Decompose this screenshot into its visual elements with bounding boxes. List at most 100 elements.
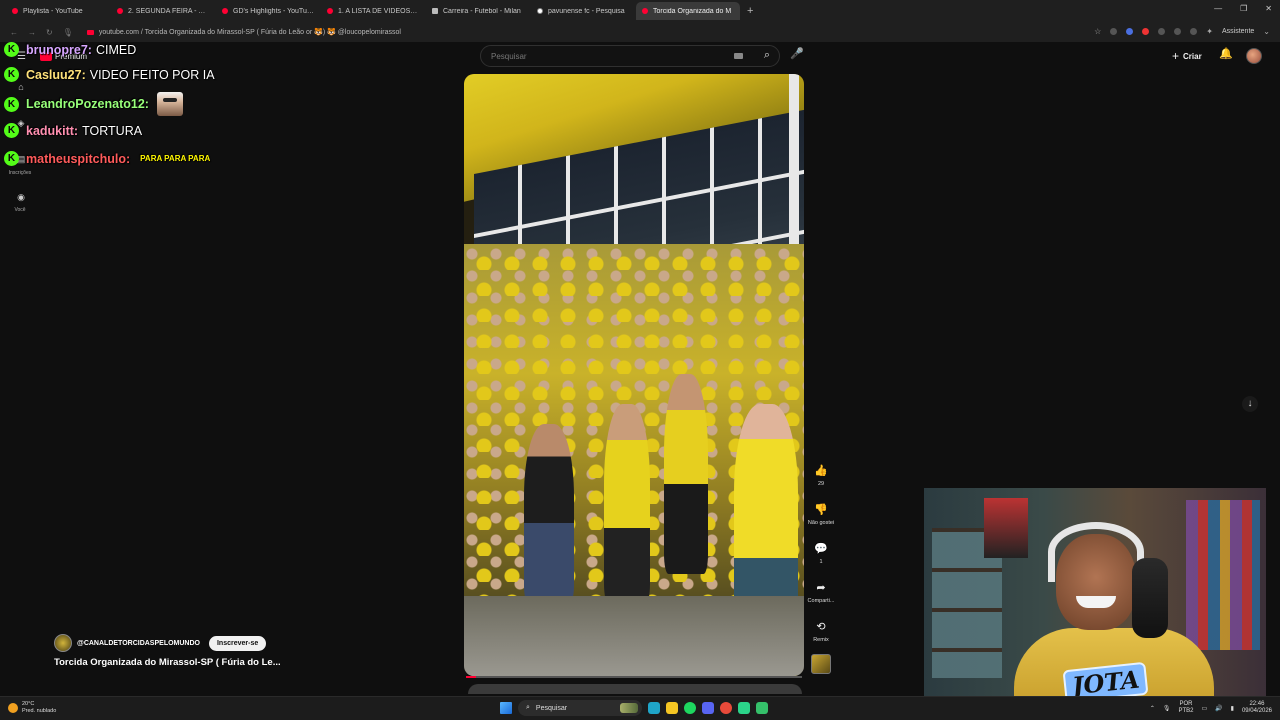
- new-tab-icon[interactable]: +: [747, 5, 753, 17]
- star-icon[interactable]: ☆: [1094, 27, 1101, 36]
- keyboard-icon[interactable]: [734, 53, 743, 59]
- remix-button[interactable]: ⟲ Remix: [811, 620, 831, 643]
- system-tray: ⌃ 🎙 POR PTB2 ▭ 🔊 ▮ 22:46 09/04/2026: [1150, 701, 1272, 715]
- extension-icon[interactable]: [1126, 28, 1134, 35]
- youtube-icon: [117, 8, 123, 14]
- chat-username: matheuspitchulo:: [26, 151, 131, 166]
- battery-icon[interactable]: ▮: [1231, 705, 1234, 712]
- microphone-icon[interactable]: 🎙: [1163, 705, 1171, 712]
- video-fan: [734, 404, 798, 624]
- weather-temperature: 20°C: [22, 701, 35, 707]
- browser-tab-strip: Playlista - YouTube 2. SEGUNDA FEIRA - Y…: [0, 0, 1280, 22]
- browser-tab[interactable]: Playlista - YouTube: [6, 2, 110, 20]
- share-icon: ➦: [816, 582, 826, 594]
- kick-badge-icon: K: [4, 151, 19, 166]
- extension-icon[interactable]: [1190, 28, 1198, 35]
- chevron-down-icon[interactable]: ⌄: [1263, 27, 1270, 36]
- dislike-label: Não gostei: [807, 520, 835, 526]
- plus-icon: +: [1172, 49, 1180, 63]
- whatsapp-icon[interactable]: [756, 702, 768, 714]
- spotify-icon[interactable]: [684, 702, 696, 714]
- next-short-preview[interactable]: [468, 684, 802, 694]
- weather-cloud-icon: [8, 703, 18, 713]
- back-icon[interactable]: ←: [10, 28, 18, 37]
- share-button[interactable]: ➦ Comparti...: [808, 581, 835, 604]
- chrome-icon[interactable]: [720, 702, 732, 714]
- user-circle-icon[interactable]: ◉: [15, 192, 27, 204]
- file-explorer-icon[interactable]: [666, 702, 678, 714]
- shorts-video-player[interactable]: [464, 74, 804, 676]
- maximize-icon[interactable]: ❐: [1240, 4, 1247, 13]
- app-icon[interactable]: [738, 702, 750, 714]
- create-button[interactable]: + Criar: [1172, 49, 1202, 63]
- address-bar[interactable]: youtube.com / Torcida Organizada do Mira…: [86, 28, 401, 36]
- chat-text: PARA PARA PARA: [140, 154, 211, 163]
- extension-icon[interactable]: [1174, 28, 1182, 35]
- address-bar-row: ← → ↻ 🎙 youtube.com / Torcida Organizada…: [0, 22, 1280, 42]
- nav-label-subscriptions[interactable]: Inscrições: [4, 170, 36, 176]
- arrow-down-icon[interactable]: ↓: [1242, 396, 1258, 412]
- voice-icon[interactable]: 🎙: [63, 28, 73, 37]
- extension-bar: ☆ ✦ Assistente ⌄: [1094, 27, 1270, 36]
- chat-text: VIDEO FEITO POR IA: [89, 67, 215, 82]
- channel-name[interactable]: @CANALDETORCIDASPELOMUNDO: [77, 640, 200, 647]
- browser-tab[interactable]: 2. SEGUNDA FEIRA - You: [111, 2, 215, 20]
- language-code: POR: [1179, 701, 1193, 707]
- sound-thumbnail[interactable]: [811, 654, 831, 674]
- browser-tab[interactable]: GD's Highlights - YouTube: [216, 2, 320, 20]
- video-fan: [664, 374, 708, 574]
- remix-label: Remix: [813, 637, 829, 643]
- forward-icon[interactable]: →: [28, 28, 36, 37]
- extension-icon[interactable]: [1110, 28, 1118, 35]
- close-icon[interactable]: ✕: [1265, 4, 1272, 13]
- extension-icon[interactable]: [1158, 28, 1166, 35]
- microphone-icon[interactable]: 🎤: [790, 47, 804, 60]
- video-fan: [524, 424, 574, 604]
- windows-start-icon[interactable]: [500, 702, 512, 714]
- video-progress-bar[interactable]: [466, 676, 802, 678]
- nav-label-you[interactable]: Você: [4, 207, 36, 213]
- chat-message: K matheuspitchulo: PARA PARA PARA: [4, 151, 210, 166]
- weather-widget[interactable]: 20°C Pred. nublado: [8, 701, 56, 715]
- youtube-icon: [222, 8, 228, 14]
- headphones-icon: [1048, 522, 1144, 582]
- window-controls: — ❐ ✕: [1214, 4, 1272, 13]
- comments-button[interactable]: 💬 1: [811, 542, 831, 565]
- google-icon: [537, 8, 543, 14]
- chevron-up-icon[interactable]: ⌃: [1150, 705, 1155, 712]
- chat-message: K brunopre7: CIMED: [4, 42, 136, 57]
- search-input[interactable]: Pesquisar ⌕: [480, 45, 780, 67]
- chat-text: TORTURA: [82, 123, 143, 138]
- language-indicator[interactable]: POR PTB2: [1178, 701, 1193, 715]
- dislike-button[interactable]: 👎 Não gostei: [808, 503, 834, 526]
- minimize-icon[interactable]: —: [1214, 4, 1222, 13]
- browser-tab[interactable]: 1. A LISTA DE VIDEOS PA: [321, 2, 425, 20]
- video-title[interactable]: Torcida Organizada do Mirassol-SP ( Fúri…: [54, 657, 281, 668]
- youtube-icon: [12, 8, 18, 14]
- like-button[interactable]: 👍 29: [811, 464, 831, 487]
- discord-icon[interactable]: [702, 702, 714, 714]
- share-label: Comparti...: [807, 598, 835, 604]
- taskbar-search[interactable]: ⌕ Pesquisar: [518, 700, 642, 716]
- volume-icon[interactable]: 🔊: [1215, 705, 1222, 712]
- webcam-streamer-smile: [1076, 596, 1116, 608]
- browser-tab-active[interactable]: Torcida Organizada do M: [636, 2, 740, 20]
- notification-bell-icon[interactable]: 🔔: [1219, 47, 1233, 60]
- streamer-webcam: JOTA: [924, 488, 1266, 704]
- assistant-button[interactable]: Assistente: [1222, 28, 1254, 35]
- edge-icon[interactable]: [648, 702, 660, 714]
- youtube-icon: [327, 8, 333, 14]
- browser-tab[interactable]: pavunense fc - Pesquisa: [531, 2, 635, 20]
- remix-icon: ⟲: [816, 621, 826, 633]
- subscribe-button[interactable]: Inscrever-se: [208, 635, 267, 651]
- video-floor: [464, 596, 804, 676]
- account-avatar[interactable]: [1246, 48, 1262, 64]
- record-icon[interactable]: [1142, 28, 1150, 35]
- clock[interactable]: 22:46 09/04/2026: [1242, 701, 1272, 715]
- network-icon[interactable]: ▭: [1202, 705, 1208, 712]
- channel-avatar[interactable]: [54, 634, 72, 652]
- reload-icon[interactable]: ↻: [46, 28, 53, 37]
- chat-username: Casluu27:: [26, 67, 86, 82]
- search-icon[interactable]: ⌕: [764, 49, 770, 62]
- browser-tab[interactable]: Carreira - Futebol - Milan: [426, 2, 530, 20]
